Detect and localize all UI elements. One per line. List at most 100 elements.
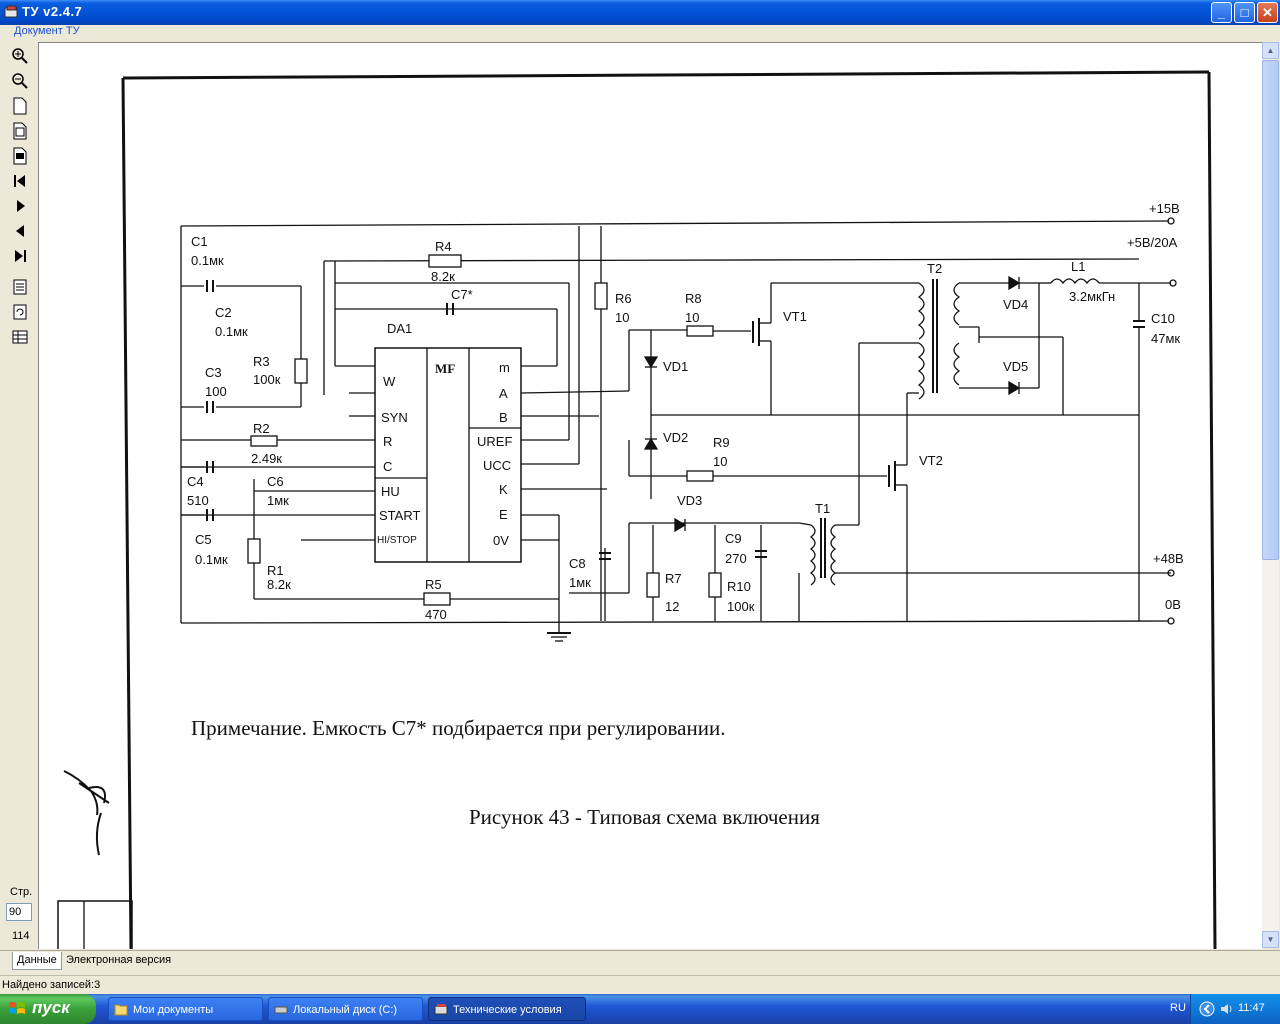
sheet-tabs: Данные Электронная версия [0, 950, 1280, 971]
task-label: Технические условия [453, 1004, 562, 1016]
label-r1: R1 [267, 563, 284, 578]
next-page-icon[interactable] [10, 196, 30, 216]
menu-document[interactable]: Документ ТУ [14, 25, 80, 37]
system-tray [1190, 994, 1280, 1024]
scroll-down-icon[interactable]: ▼ [1262, 931, 1279, 948]
pin-e: E [499, 507, 508, 522]
label-r8v: 10 [685, 310, 699, 325]
page-total: 114 [12, 930, 30, 942]
pin-m: m [499, 360, 510, 375]
label-p5v: +5В/20А [1127, 235, 1178, 250]
pin-start: START [379, 508, 420, 523]
language-indicator[interactable]: RU [1170, 1002, 1186, 1014]
label-c9v: 270 [725, 551, 747, 566]
window-title: ТУ v2.4.7 [22, 4, 83, 19]
folder-icon [114, 1004, 128, 1016]
label-l1: L1 [1071, 259, 1085, 274]
label-vd5: VD5 [1003, 359, 1028, 374]
drive-icon [274, 1006, 288, 1014]
task-my-documents[interactable]: Мои документы [108, 997, 263, 1021]
page-width-icon[interactable] [10, 121, 30, 141]
last-page-icon[interactable] [10, 246, 30, 266]
pin-b: B [499, 410, 508, 425]
label-r5v: 470 [425, 607, 447, 622]
pin-a: A [499, 386, 508, 401]
menu-bar: Документ ТУ [0, 25, 1280, 40]
start-button[interactable]: пуск [0, 994, 96, 1024]
task-label: Мои документы [133, 1004, 214, 1016]
title-bar: ТУ v2.4.7 _ □ ✕ [0, 0, 1280, 25]
label-vd4: VD4 [1003, 297, 1028, 312]
label-vd3: VD3 [677, 493, 702, 508]
label-c8v: 1мк [569, 575, 591, 590]
label-r9: R9 [713, 435, 730, 450]
label-c10v: 47мк [1151, 331, 1180, 346]
minimize-button[interactable]: _ [1211, 2, 1232, 23]
page-icon[interactable] [10, 96, 30, 116]
label-r8: R8 [685, 291, 702, 306]
scroll-up-icon[interactable]: ▲ [1262, 42, 1279, 59]
doc-table-icon[interactable] [10, 327, 30, 347]
app-book-icon [434, 1004, 448, 1015]
vertical-scrollbar[interactable]: ▲ ▼ [1262, 42, 1279, 948]
zoom-in-icon[interactable] [10, 46, 30, 66]
scroll-thumb[interactable] [1262, 60, 1279, 560]
pin-r: R [383, 434, 392, 449]
page-number-input[interactable]: 90 [6, 903, 32, 921]
label-p48v: +48В [1153, 551, 1184, 566]
label-r10: R10 [727, 579, 751, 594]
label-r1v: 8.2к [267, 577, 291, 592]
label-da1: DA1 [387, 321, 412, 336]
label-zero: 0В [1165, 597, 1181, 612]
tab-electronic-version[interactable]: Электронная версия [62, 952, 175, 969]
task-local-disk[interactable]: Локальный диск (C:) [268, 997, 423, 1021]
windows-flag-icon [9, 1002, 25, 1014]
label-c5: C5 [195, 532, 212, 547]
pin-k: K [499, 482, 508, 497]
label-c8: C8 [569, 556, 586, 571]
label-r3v: 100к [253, 372, 281, 387]
label-c7: C7* [451, 287, 473, 302]
label-c1v: 0.1мк [191, 253, 224, 268]
doc-list-icon[interactable] [10, 277, 30, 297]
label-c5v: 0.1мк [195, 552, 228, 567]
label-c2v: 0.1мк [215, 324, 248, 339]
label-c4v: 510 [187, 493, 209, 508]
taskbar: пуск Мои документы Локальный диск (C:) Т… [0, 994, 1280, 1024]
tray-expand-icon[interactable] [1199, 1001, 1215, 1017]
zoom-out-icon[interactable] [10, 71, 30, 91]
label-r4: R4 [435, 239, 452, 254]
label-r5: R5 [425, 577, 442, 592]
tab-data[interactable]: Данные [12, 952, 62, 970]
label-c9: C9 [725, 531, 742, 546]
doc-refresh-icon[interactable] [10, 302, 30, 322]
label-c4: C4 [187, 474, 204, 489]
label-c6v: 1мк [267, 493, 289, 508]
pin-w: W [383, 374, 396, 389]
task-tech-conditions[interactable]: Технические условия [428, 997, 586, 1021]
label-t1: T1 [815, 501, 830, 516]
label-r6v: 10 [615, 310, 629, 325]
label-r7v: 12 [665, 599, 679, 614]
status-text: Найдено записей:3 [2, 979, 101, 991]
prev-page-icon[interactable] [10, 221, 30, 241]
label-t2: T2 [927, 261, 942, 276]
first-page-icon[interactable] [10, 171, 30, 191]
pin-uref: UREF [477, 434, 512, 449]
label-r4v: 8.2к [431, 269, 455, 284]
document-viewport[interactable]: +15В +5В/20А +48В 0В C1 0.1мк C2 0.1мк C… [38, 42, 1263, 949]
speaker-icon[interactable] [1219, 1001, 1235, 1017]
page-label: Стр. [10, 886, 33, 898]
label-vd2: VD2 [663, 430, 688, 445]
pin-hu: HU [381, 484, 400, 499]
label-c10: C10 [1151, 311, 1175, 326]
task-label: Локальный диск (C:) [293, 1004, 398, 1016]
close-button[interactable]: ✕ [1257, 2, 1278, 23]
pin-ucc: UCC [483, 458, 511, 473]
label-l1v: 3.2мкГн [1069, 289, 1115, 304]
maximize-button[interactable]: □ [1234, 2, 1255, 23]
label-c1: C1 [191, 234, 208, 249]
label-c3v: 100 [205, 384, 227, 399]
label-r2v: 2.49к [251, 451, 282, 466]
page-fit-icon[interactable] [10, 146, 30, 166]
